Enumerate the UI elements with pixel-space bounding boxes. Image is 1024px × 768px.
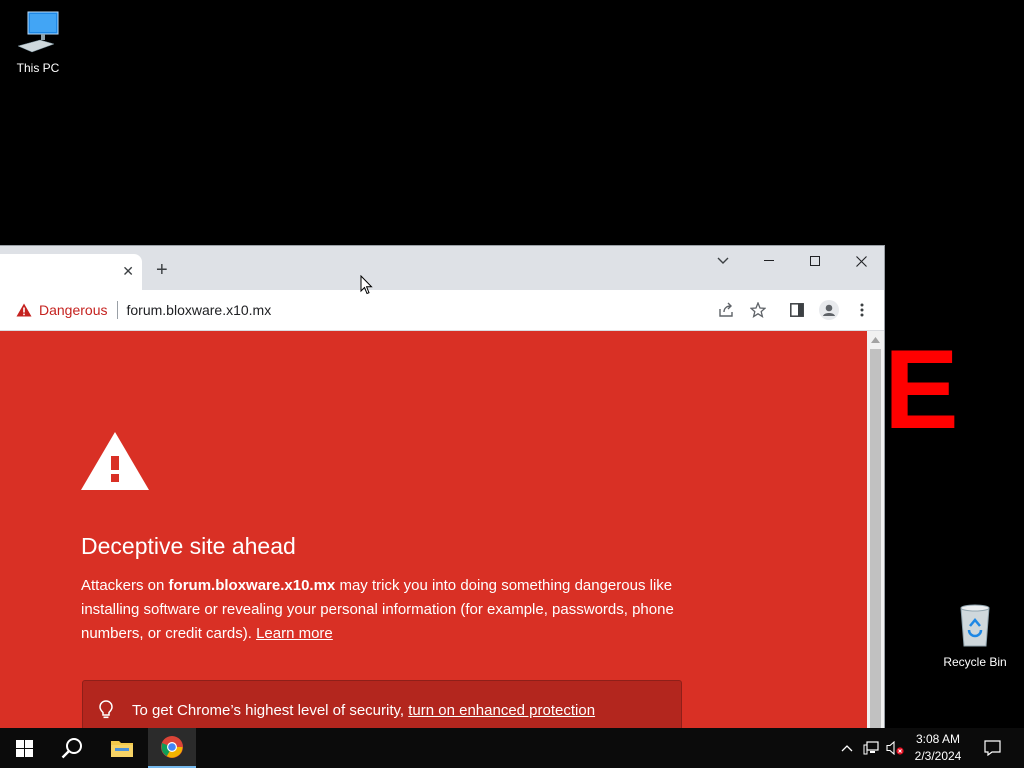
- action-center-button[interactable]: [978, 728, 1006, 768]
- clock-date: 2/3/2024: [914, 749, 962, 763]
- chevron-down-icon: [717, 257, 729, 264]
- computer-icon: [17, 11, 59, 53]
- vertical-scrollbar[interactable]: [867, 331, 884, 729]
- site-name: forum.bloxware.x10.mx: [168, 577, 336, 594]
- avatar-icon: [819, 300, 839, 320]
- security-chip[interactable]: Dangerous: [6, 302, 108, 318]
- chrome-window: ✕ + Dangerous forum.bloxware.x10.mx Dece…: [0, 245, 885, 729]
- desktop-icon-recycle-bin[interactable]: Recycle Bin: [937, 604, 1013, 669]
- enhanced-protection-link[interactable]: turn on enhanced protection: [408, 702, 595, 719]
- page-heading: Deceptive site ahead: [81, 533, 296, 559]
- minimize-icon: [764, 260, 774, 261]
- bookmark-button[interactable]: [748, 300, 768, 320]
- scroll-up-arrow-icon: [871, 337, 880, 343]
- chrome-icon: [161, 736, 183, 758]
- chevron-up-icon: [841, 744, 853, 751]
- taskbar: 3:08 AM 2/3/2024: [0, 728, 1024, 768]
- notification-icon: [983, 740, 1001, 756]
- new-tab-button[interactable]: +: [156, 260, 168, 280]
- share-icon: [719, 302, 733, 317]
- lightbulb-icon: [99, 700, 113, 719]
- side-panel-button[interactable]: [787, 300, 807, 320]
- volume-tray-button[interactable]: [884, 728, 906, 768]
- description-prefix: Attackers on: [81, 577, 169, 594]
- desktop-icon-label: Recycle Bin: [943, 655, 1007, 669]
- menu-button[interactable]: [852, 300, 872, 320]
- enhanced-protection-banner: To get Chrome’s highest level of securit…: [82, 680, 682, 729]
- network-icon: [863, 741, 879, 755]
- windows-logo-icon: [15, 739, 33, 757]
- file-explorer-button[interactable]: [98, 728, 146, 768]
- background-window-letter: E: [884, 327, 959, 452]
- side-panel-icon: [790, 303, 804, 317]
- volume-muted-icon: [886, 741, 904, 755]
- minimize-button[interactable]: [746, 246, 792, 276]
- maximize-icon: [810, 256, 820, 266]
- protection-prefix: To get Chrome’s highest level of securit…: [132, 702, 409, 719]
- start-button[interactable]: [0, 728, 48, 768]
- chrome-taskbar-button[interactable]: [148, 728, 196, 768]
- share-button[interactable]: [716, 300, 736, 320]
- clock-time: 3:08 AM: [915, 732, 961, 746]
- tab-search-button[interactable]: [700, 246, 746, 276]
- protection-text: To get Chrome’s highest level of securit…: [132, 702, 595, 719]
- omnibox-separator: [116, 301, 118, 319]
- security-label: Dangerous: [39, 302, 108, 318]
- recycle-bin-icon: [960, 604, 990, 647]
- star-icon: [750, 302, 766, 318]
- folder-icon: [111, 741, 133, 757]
- desktop-icon-label: This PC: [16, 61, 60, 75]
- maximize-button[interactable]: [792, 246, 838, 276]
- scrollbar-thumb[interactable]: [870, 349, 881, 729]
- search-button[interactable]: [48, 728, 96, 768]
- learn-more-link[interactable]: Learn more: [256, 625, 333, 642]
- tab-close-button[interactable]: ✕: [122, 263, 134, 280]
- mouse-cursor-icon: [360, 275, 373, 295]
- safe-browsing-interstitial: Deceptive site ahead Attackers on forum.…: [0, 331, 867, 729]
- taskbar-clock[interactable]: 3:08 AM 2/3/2024: [905, 731, 971, 765]
- search-icon: [61, 738, 82, 759]
- warning-description: Attackers on forum.bloxware.x10.mx may t…: [81, 574, 701, 646]
- tab-strip: ✕ +: [0, 246, 884, 290]
- show-hidden-icons-button[interactable]: [838, 728, 856, 768]
- url-text[interactable]: forum.bloxware.x10.mx: [127, 302, 272, 318]
- desktop-icon-this-pc[interactable]: This PC: [0, 10, 76, 75]
- warning-triangle-icon: [81, 432, 149, 490]
- browser-toolbar: Dangerous forum.bloxware.x10.mx: [0, 290, 884, 331]
- close-icon: [855, 255, 867, 267]
- warning-triangle-icon: [16, 303, 32, 317]
- close-window-button[interactable]: [838, 246, 884, 276]
- profile-button[interactable]: [819, 300, 839, 320]
- more-vert-icon: [860, 303, 864, 317]
- network-tray-button[interactable]: [861, 728, 881, 768]
- browser-tab[interactable]: ✕: [0, 254, 142, 290]
- address-bar[interactable]: Dangerous forum.bloxware.x10.mx: [6, 295, 706, 325]
